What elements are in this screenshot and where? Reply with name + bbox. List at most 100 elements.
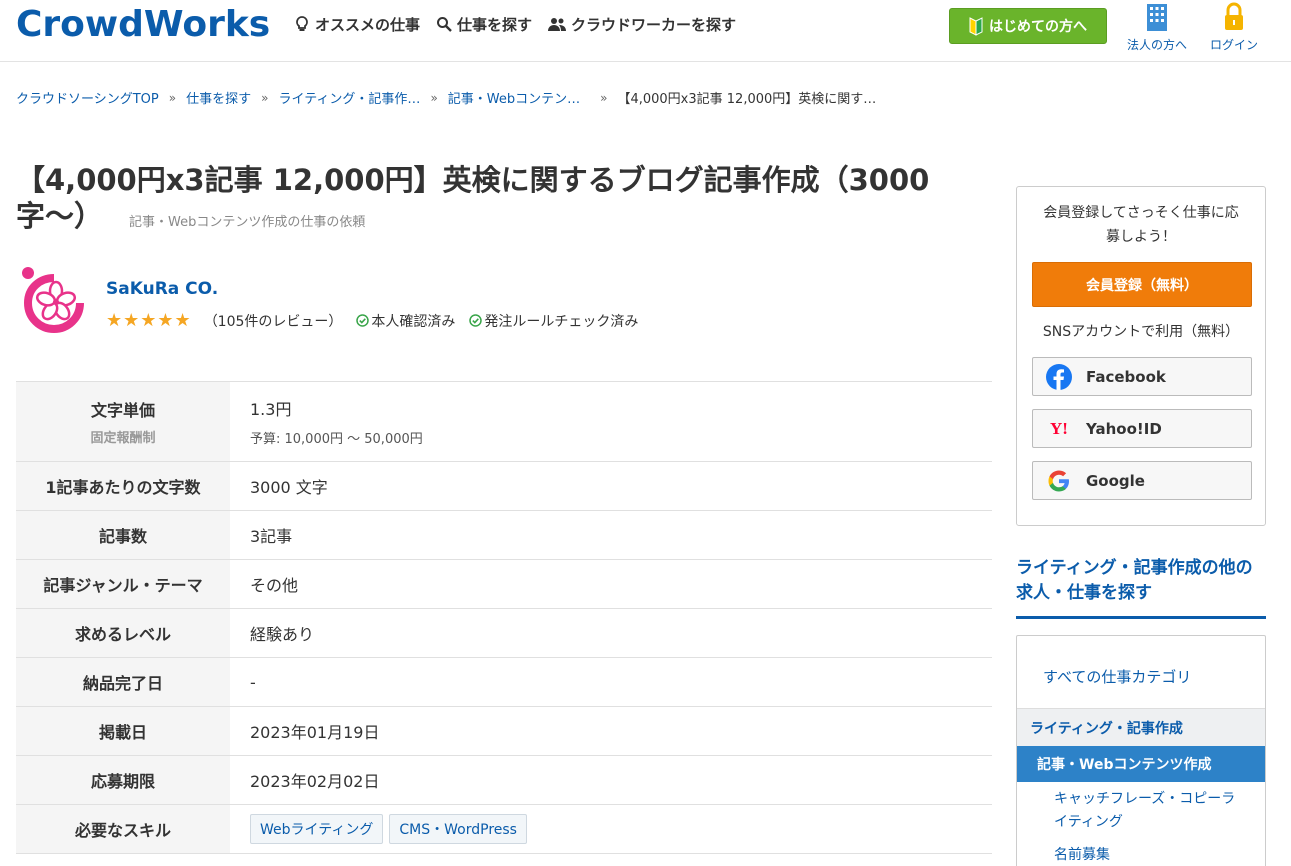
detail-row-delivery: 納品完了日 - — [16, 658, 992, 707]
heading-line: ライティング・記事作成の他の — [1016, 558, 1253, 578]
category-tree: すべての仕事カテゴリ ライティング・記事作成 記事・Webコンテンツ作成 キャッ… — [1016, 635, 1266, 866]
detail-row-unit-price: 文字単価 固定報酬制 1.3円 予算: 10,000円 〜 50,000円 — [16, 382, 992, 462]
signup-message-line: 募しよう！ — [1106, 229, 1176, 245]
corporate-link[interactable]: 法人の方へ — [1122, 2, 1192, 53]
unit-price-value: 1.3円 — [250, 400, 292, 419]
job-category-note: 記事・Webコンテンツ作成の仕事の依頼 — [129, 215, 366, 230]
yahoo-label: Yahoo!ID — [1086, 419, 1162, 438]
users-icon — [548, 18, 567, 31]
payment-type: 固定報酬制 — [90, 431, 156, 446]
detail-row-level: 求めるレベル 経験あり — [16, 609, 992, 658]
deadline-label: 応募期限 — [16, 756, 230, 804]
identity-verified-label: 本人確認済み — [371, 313, 456, 330]
category-all[interactable]: すべての仕事カテゴリ — [1043, 666, 1191, 687]
skills-label: 必要なスキル — [16, 805, 230, 853]
beginner-mark-icon — [969, 17, 983, 36]
login-link[interactable]: ログイン — [1199, 2, 1269, 53]
breadcrumb-web-content[interactable]: 記事・Webコンテン… — [448, 88, 580, 107]
category-catchphrase[interactable]: キャッチフレーズ・コピーラ イティング — [1054, 788, 1254, 834]
building-icon — [1147, 4, 1167, 31]
lock-icon — [1225, 2, 1243, 30]
posted-label: 掲載日 — [16, 707, 230, 755]
nav-find-jobs-label: 仕事を探す — [457, 15, 533, 34]
genre-label: 記事ジャンル・テーマ — [16, 560, 230, 608]
delivery-label: 納品完了日 — [16, 658, 230, 706]
detail-value: 1.3円 予算: 10,000円 〜 50,000円 — [230, 382, 992, 461]
signup-message-line: 会員登録してさっそく仕事に応 — [1043, 205, 1239, 221]
corporate-label: 法人の方へ — [1126, 38, 1187, 52]
detail-row-posted: 掲載日 2023年01月19日 — [16, 707, 992, 756]
skill-tag[interactable]: CMS・WordPress — [389, 814, 527, 844]
search-icon — [437, 17, 452, 32]
detail-row-articles: 記事数 3記事 — [16, 511, 992, 560]
breadcrumb-separator: » — [261, 90, 269, 105]
nav-recommended-label: オススメの仕事 — [315, 15, 421, 34]
nav-find-jobs[interactable]: 仕事を探す — [436, 13, 532, 35]
budget-range: 予算: 10,000円 〜 50,000円 — [250, 432, 423, 447]
client-info: SaKuRa CO. ★★★★★ （105件のレビュー） 本人確認済み 発注ルー… — [16, 264, 716, 344]
yahoo-icon: Y! — [1050, 418, 1068, 438]
articles-label: 記事数 — [16, 511, 230, 559]
login-label: ログイン — [1209, 38, 1258, 52]
breadcrumb-writing[interactable]: ライティング・記事作… — [278, 88, 420, 107]
google-login-button[interactable]: Google — [1032, 461, 1252, 500]
delivery-value: - — [250, 672, 256, 692]
rule-check-label: 発注ルールチェック済み — [484, 313, 639, 330]
skill-tag[interactable]: Webライティング — [250, 814, 384, 844]
facebook-label: Facebook — [1086, 367, 1166, 386]
breadcrumb-separator: » — [600, 90, 608, 105]
check-circle-icon — [469, 314, 483, 327]
register-button[interactable]: 会員登録（無料） — [1032, 262, 1252, 307]
breadcrumb-separator: » — [168, 90, 177, 105]
category-writing[interactable]: ライティング・記事作成 — [1017, 708, 1265, 746]
job-detail-table: 文字単価 固定報酬制 1.3円 予算: 10,000円 〜 50,000円 1記… — [16, 381, 992, 854]
rule-check-badge: 発注ルールチェック済み — [469, 311, 638, 331]
detail-row-chars: 1記事あたりの文字数 3000 文字 — [16, 462, 992, 511]
yahoo-login-button[interactable]: Y! Yahoo!ID — [1032, 409, 1252, 448]
detail-row-genre: 記事ジャンル・テーマ その他 — [16, 560, 992, 609]
nav-recommended-jobs[interactable]: オススメの仕事 — [294, 13, 420, 35]
deadline-value: 2023年02月02日 — [250, 772, 380, 791]
site-header: CrowdWorks オススメの仕事 仕事を探す クラウドワーカーを探す はじめ… — [0, 0, 1291, 62]
nav-find-workers[interactable]: クラウドワーカーを探す — [548, 13, 736, 35]
first-time-label: はじめての方へ — [989, 19, 1087, 35]
category-catchphrase-line: キャッチフレーズ・コピーラ — [1054, 791, 1236, 807]
level-value: 経験あり — [250, 625, 315, 644]
lightbulb-icon — [296, 16, 308, 31]
articles-value: 3記事 — [250, 527, 293, 546]
signup-box: 会員登録してさっそく仕事に応 募しよう！ 会員登録（無料） SNSアカウントで利… — [1016, 186, 1266, 526]
client-meta: ★★★★★ （105件のレビュー） 本人確認済み 発注ルールチェック済み — [106, 310, 638, 331]
client-logo[interactable] — [16, 264, 92, 342]
first-time-button[interactable]: はじめての方へ — [949, 8, 1107, 44]
unit-price-label: 文字単価 — [90, 401, 155, 420]
crowdworks-logo[interactable]: CrowdWorks — [16, 4, 270, 45]
level-label: 求めるレベル — [16, 609, 230, 657]
category-naming[interactable]: 名前募集 — [1054, 844, 1254, 866]
breadcrumb-find-jobs[interactable]: 仕事を探す — [186, 88, 251, 107]
breadcrumb-current: 【4,000円x3記事 12,000円】英検に関す… — [617, 92, 877, 107]
related-jobs-heading: ライティング・記事作成の他の 求人・仕事を探す — [1016, 556, 1266, 619]
google-icon — [1046, 468, 1072, 494]
nav-find-workers-label: クラウドワーカーを探す — [571, 15, 737, 34]
skills-value: Webライティング CMS・WordPress — [230, 805, 992, 853]
breadcrumb-top[interactable]: クラウドソーシングTOP — [16, 88, 159, 107]
chars-label: 1記事あたりの文字数 — [16, 462, 230, 510]
review-count[interactable]: （105件のレビュー） — [204, 311, 343, 331]
breadcrumb: クラウドソーシングTOP » 仕事を探す » ライティング・記事作… » 記事・… — [16, 88, 877, 108]
genre-value: その他 — [250, 576, 299, 595]
facebook-login-button[interactable]: Facebook — [1032, 357, 1252, 396]
category-web-content-active[interactable]: 記事・Webコンテンツ作成 — [1017, 746, 1265, 782]
detail-row-deadline: 応募期限 2023年02月02日 — [16, 756, 992, 805]
facebook-icon — [1046, 363, 1072, 390]
job-title-block: 【4,000円x3記事 12,000円】英検に関するブログ記事作成（3000字〜… — [16, 162, 976, 234]
client-name[interactable]: SaKuRa CO. — [106, 279, 218, 299]
google-label: Google — [1086, 471, 1145, 490]
rating-stars: ★★★★★ — [106, 310, 192, 331]
category-catchphrase-line: イティング — [1054, 814, 1123, 830]
detail-label: 文字単価 固定報酬制 — [16, 382, 230, 461]
identity-verified-badge: 本人確認済み — [356, 311, 455, 331]
posted-value: 2023年01月19日 — [250, 723, 380, 742]
sns-label: SNSアカウントで利用（無料） — [1042, 324, 1240, 340]
check-circle-icon — [356, 314, 370, 327]
detail-row-skills: 必要なスキル Webライティング CMS・WordPress — [16, 805, 992, 854]
